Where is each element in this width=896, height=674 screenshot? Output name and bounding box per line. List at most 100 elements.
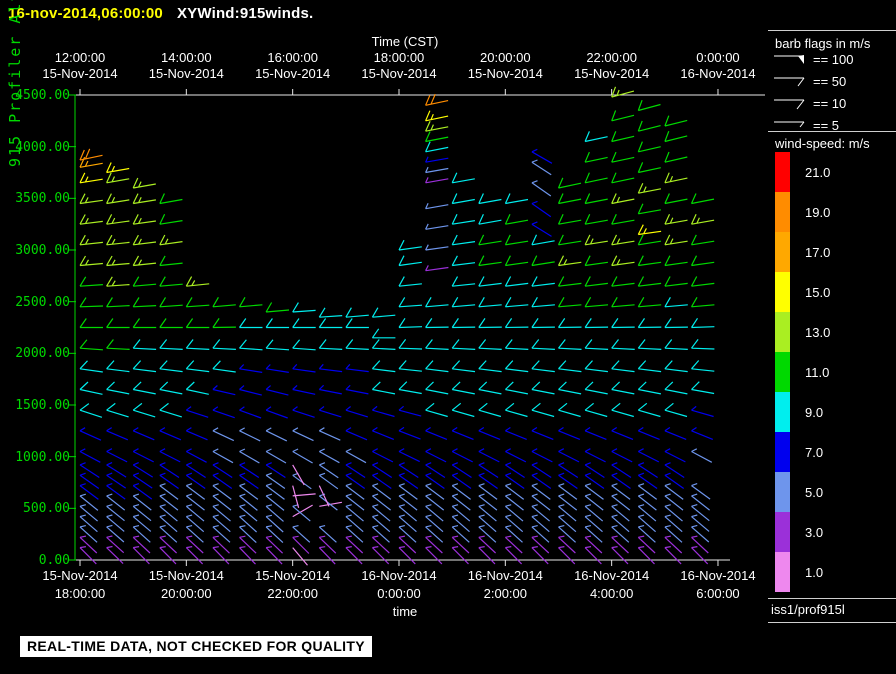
- wind-barb: [637, 360, 662, 373]
- wind-barb: [425, 141, 449, 153]
- wind-barb: [558, 448, 580, 463]
- wind-barb: [425, 546, 443, 565]
- wind-barb: [106, 402, 129, 418]
- bottom-tick-time: 22:00:00: [267, 586, 318, 601]
- wind-barb: [611, 339, 635, 350]
- wind-barb: [79, 276, 103, 287]
- wind-barb: [611, 110, 635, 122]
- wind-barb: [159, 402, 182, 418]
- wind-barb: [557, 296, 582, 308]
- barb-flag-symbol-icon: [774, 99, 805, 110]
- wind-barb: [531, 296, 555, 308]
- altitude-tick-label: 2000.00: [15, 346, 70, 362]
- wind-barb: [584, 360, 608, 373]
- wind-barb: [451, 546, 469, 565]
- wind-barb: [611, 213, 635, 225]
- wind-barb: [79, 318, 103, 329]
- wind-barb: [425, 339, 449, 350]
- colorbar-segment: [775, 152, 790, 192]
- wind-barb: [584, 131, 608, 143]
- wind-barb: [451, 172, 475, 184]
- wind-barb: [159, 234, 183, 246]
- altitude-tick-label: 1000.00: [15, 449, 70, 465]
- wind-barb: [637, 276, 662, 287]
- wind-barb: [425, 131, 449, 143]
- wind-barb: [531, 546, 549, 565]
- wind-barb: [584, 172, 608, 184]
- legend-separator: [768, 131, 896, 132]
- wind-barb: [690, 276, 715, 287]
- wind-barb: [611, 318, 635, 329]
- wind-barb: [185, 318, 210, 329]
- wind-barb: [611, 296, 635, 308]
- wind-barb: [584, 255, 608, 267]
- wind-barb: [212, 448, 234, 464]
- wind-barb: [637, 381, 662, 395]
- barb-flag-row: == 10: [773, 94, 846, 112]
- wind-barb: [664, 115, 688, 127]
- wind-barb: [318, 427, 341, 441]
- wind-barb: [611, 402, 634, 418]
- wind-barb: [505, 426, 527, 440]
- wind-barb: [132, 193, 156, 205]
- wind-barb: [212, 339, 236, 350]
- wind-barb: [106, 462, 127, 478]
- colorbar-segment: [775, 232, 790, 272]
- wind-barb: [531, 381, 555, 395]
- colorbar-value: 21.0: [805, 165, 831, 180]
- wind-barb: [318, 406, 342, 418]
- wind-barb: [318, 546, 336, 565]
- barb-flag-value: == 100: [813, 51, 854, 67]
- wind-barb: [398, 546, 416, 565]
- wind-barb: [318, 363, 343, 373]
- wind-barb: [637, 234, 662, 246]
- wind-barb: [132, 339, 157, 350]
- wind-barb: [531, 159, 552, 176]
- colorbar-value: 11.0: [805, 365, 830, 380]
- wind-barb: [106, 448, 128, 463]
- wind-barb: [451, 214, 475, 225]
- wind-barb: [132, 234, 157, 246]
- wind-barb: [611, 234, 635, 246]
- wind-barb: [345, 339, 369, 350]
- bottom-tick-date: 16-Nov-2014: [361, 568, 437, 583]
- wind-barb: [584, 193, 608, 205]
- wind-barb: [292, 318, 316, 329]
- wind-barb: [691, 339, 715, 350]
- wind-barb: [478, 426, 501, 440]
- bottom-tick-time: 18:00:00: [54, 586, 106, 601]
- wind-barb: [425, 203, 449, 210]
- wind-barb: [79, 234, 103, 246]
- barb-flag-value: == 50: [813, 73, 847, 89]
- wind-barb: [584, 546, 602, 565]
- wind-barb: [318, 339, 343, 350]
- wind-barb: [504, 255, 529, 267]
- wind-barb: [265, 546, 283, 565]
- wind-barb: [185, 406, 209, 418]
- wind-barb: [345, 462, 366, 479]
- wind-barb: [478, 402, 502, 418]
- wind-barb: [451, 318, 476, 329]
- wind-barb: [212, 296, 236, 308]
- wind-barb: [265, 318, 290, 329]
- wind-barb: [345, 427, 368, 441]
- wind-barb: [611, 462, 632, 479]
- wind-barb: [478, 360, 502, 373]
- wind-barb: [504, 318, 529, 329]
- wind-barb: [185, 339, 210, 350]
- wind-barb: [185, 276, 210, 287]
- wind-barb: [159, 193, 183, 205]
- wind-barb: [451, 234, 476, 246]
- wind-barb: [265, 385, 289, 396]
- wind-barb: [425, 244, 449, 251]
- legend-panel: barb flags in m/s == 100 == 50 == 10 == 5 w…: [768, 0, 896, 674]
- data-source-label: iss1/prof915l: [771, 602, 845, 617]
- wind-barb: [531, 255, 555, 267]
- wind-barb: [185, 462, 206, 479]
- colorbar-segment: [775, 432, 790, 472]
- wind-barb: [159, 381, 183, 395]
- wind-barb: [690, 213, 715, 225]
- colorbar-value: 9.0: [805, 405, 824, 420]
- wind-barb: [265, 427, 288, 442]
- wind-barb: [212, 318, 236, 329]
